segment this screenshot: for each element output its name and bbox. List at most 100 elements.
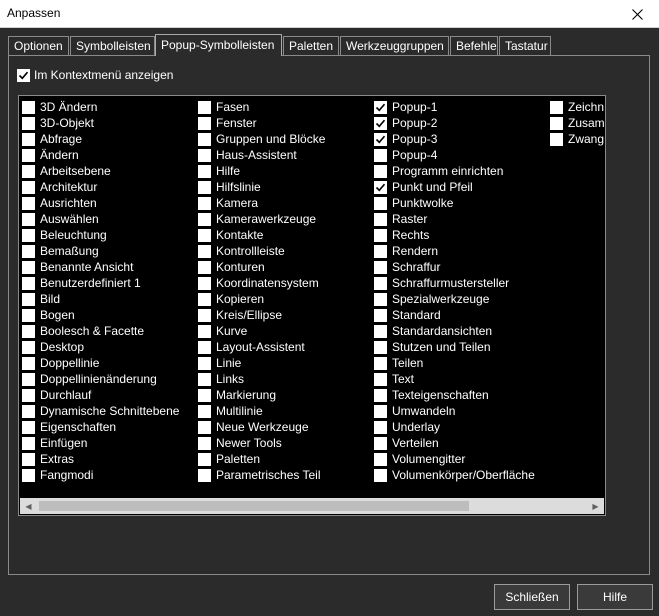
list-item[interactable]: Ausrichten: [22, 195, 179, 211]
item-checkbox[interactable]: [22, 260, 35, 274]
item-checkbox[interactable]: [198, 372, 211, 386]
tab-werkzeuggruppen[interactable]: Werkzeuggruppen: [340, 36, 449, 56]
item-checkbox[interactable]: [198, 196, 211, 210]
list-item[interactable]: Texteigenschaften: [374, 387, 535, 403]
list-item[interactable]: Rechts: [374, 227, 535, 243]
item-checkbox[interactable]: [198, 404, 211, 418]
list-item[interactable]: Verteilen: [374, 435, 535, 451]
tab-paletten[interactable]: Paletten: [283, 36, 339, 56]
item-checkbox[interactable]: [198, 180, 211, 194]
list-item[interactable]: Stutzen und Teilen: [374, 339, 535, 355]
list-item[interactable]: Abfrage: [22, 131, 179, 147]
item-checkbox[interactable]: [22, 148, 35, 162]
item-checkbox[interactable]: [198, 340, 211, 354]
list-item[interactable]: Spezialwerkzeuge: [374, 291, 535, 307]
item-checkbox[interactable]: [198, 292, 211, 306]
horizontal-scrollbar[interactable]: ◀ ▶: [20, 498, 604, 514]
list-item[interactable]: Neue Werkzeuge: [198, 419, 325, 435]
item-checkbox[interactable]: [198, 388, 211, 402]
list-item[interactable]: Kopieren: [198, 291, 325, 307]
popup-toolbar-list[interactable]: 3D Ändern 3D-Objekt Abfrage Ändern Arbeitseb…: [18, 95, 606, 516]
item-checkbox[interactable]: [374, 196, 387, 210]
list-item[interactable]: Schraffur: [374, 259, 535, 275]
item-checkbox[interactable]: [22, 356, 35, 370]
item-checkbox[interactable]: [22, 212, 35, 226]
list-item[interactable]: Popup-1: [374, 99, 535, 115]
item-checkbox[interactable]: [22, 228, 35, 242]
help-button[interactable]: Hilfe: [577, 584, 653, 610]
item-checkbox[interactable]: [374, 164, 387, 178]
scroll-right-arrow-icon[interactable]: ▶: [587, 498, 604, 514]
list-item[interactable]: Hilfe: [198, 163, 325, 179]
item-checkbox[interactable]: [198, 148, 211, 162]
item-checkbox[interactable]: [374, 148, 387, 162]
list-item[interactable]: Haus-Assistent: [198, 147, 325, 163]
item-checkbox[interactable]: [374, 244, 387, 258]
item-checkbox[interactable]: [374, 212, 387, 226]
list-item[interactable]: Popup-3: [374, 131, 535, 147]
list-item[interactable]: Benutzerdefiniert 1: [22, 275, 179, 291]
list-item[interactable]: Desktop: [22, 339, 179, 355]
item-checkbox[interactable]: [198, 228, 211, 242]
list-item[interactable]: Fenster: [198, 115, 325, 131]
list-item[interactable]: Schraffurmustersteller: [374, 275, 535, 291]
list-item[interactable]: Teilen: [374, 355, 535, 371]
item-checkbox[interactable]: [198, 452, 211, 466]
item-checkbox[interactable]: [374, 372, 387, 386]
item-checkbox[interactable]: [198, 420, 211, 434]
list-item[interactable]: Kontakte: [198, 227, 325, 243]
list-item[interactable]: Kamerawerkzeuge: [198, 211, 325, 227]
list-item[interactable]: Zwang: [550, 131, 605, 147]
item-checkbox[interactable]: [374, 356, 387, 370]
list-item[interactable]: Kurve: [198, 323, 325, 339]
list-item[interactable]: Kontrollleiste: [198, 243, 325, 259]
item-checkbox[interactable]: [374, 436, 387, 450]
close-window-button[interactable]: [615, 0, 659, 28]
item-checkbox[interactable]: [198, 132, 211, 146]
item-checkbox[interactable]: [22, 452, 35, 466]
list-item[interactable]: Boolesch & Facette: [22, 323, 179, 339]
list-item[interactable]: Fasen: [198, 99, 325, 115]
list-item[interactable]: 3D Ändern: [22, 99, 179, 115]
list-item[interactable]: Benannte Ansicht: [22, 259, 179, 275]
list-item[interactable]: Popup-4: [374, 147, 535, 163]
list-item[interactable]: Zeichn: [550, 99, 605, 115]
item-checkbox[interactable]: [22, 244, 35, 258]
item-checkbox[interactable]: [198, 468, 211, 482]
list-item[interactable]: Arbeitsebene: [22, 163, 179, 179]
list-item[interactable]: Multilinie: [198, 403, 325, 419]
item-checkbox[interactable]: [198, 212, 211, 226]
list-item[interactable]: Auswählen: [22, 211, 179, 227]
item-checkbox[interactable]: [198, 276, 211, 290]
list-item[interactable]: Punktwolke: [374, 195, 535, 211]
list-item[interactable]: Volumengitter: [374, 451, 535, 467]
item-checkbox[interactable]: [22, 404, 35, 418]
item-checkbox[interactable]: [22, 340, 35, 354]
list-item[interactable]: Einfügen: [22, 435, 179, 451]
list-item[interactable]: Doppellinie: [22, 355, 179, 371]
list-item[interactable]: Standard: [374, 307, 535, 323]
list-item[interactable]: Paletten: [198, 451, 325, 467]
list-item[interactable]: Gruppen und Blöcke: [198, 131, 325, 147]
item-checkbox[interactable]: [374, 452, 387, 466]
list-item[interactable]: Durchlauf: [22, 387, 179, 403]
item-checkbox[interactable]: [22, 372, 35, 386]
tab-popup-symbolleisten[interactable]: Popup-Symbolleisten: [155, 34, 282, 56]
item-checkbox[interactable]: [550, 132, 563, 146]
list-item[interactable]: Volumenkörper/Oberfläche: [374, 467, 535, 483]
context-menu-option[interactable]: Im Kontextmenü anzeigen: [17, 68, 173, 82]
list-item[interactable]: Linie: [198, 355, 325, 371]
item-checkbox[interactable]: [22, 180, 35, 194]
item-checkbox[interactable]: [374, 228, 387, 242]
list-item[interactable]: Markierung: [198, 387, 325, 403]
list-item[interactable]: Fangmodi: [22, 467, 179, 483]
item-checkbox[interactable]: [22, 420, 35, 434]
item-checkbox[interactable]: [22, 196, 35, 210]
item-checkbox[interactable]: [374, 420, 387, 434]
item-checkbox[interactable]: [374, 340, 387, 354]
close-button[interactable]: Schließen: [494, 584, 570, 610]
list-item[interactable]: Parametrisches Teil: [198, 467, 325, 483]
item-checkbox[interactable]: [22, 132, 35, 146]
item-checkbox[interactable]: [550, 116, 563, 130]
list-item[interactable]: Bild: [22, 291, 179, 307]
